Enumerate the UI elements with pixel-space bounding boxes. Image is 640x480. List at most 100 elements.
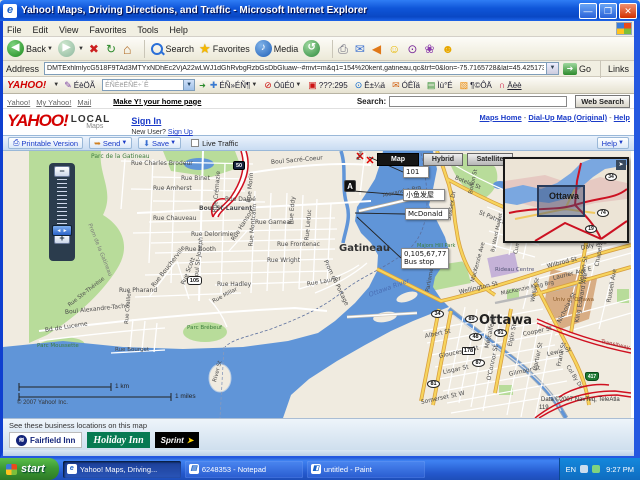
emoticon-button[interactable]: ☻ bbox=[442, 41, 457, 57]
make-home-page-link[interactable]: Make Y! your home page bbox=[113, 97, 201, 106]
yahoo-companion-logo[interactable]: YAHOO! bbox=[7, 80, 46, 91]
map-callout[interactable]: 101 bbox=[403, 166, 429, 178]
search-button[interactable]: Search bbox=[150, 42, 195, 56]
address-dropdown-icon[interactable]: ▼ bbox=[546, 63, 558, 74]
header-link-dialupmaporiginal[interactable]: Dial-Up Map (Original) bbox=[528, 113, 607, 122]
ie-window: e Yahoo! Maps, Driving Directions, and T… bbox=[0, 0, 640, 480]
companion-item-button[interactable]: ⊙Ê±¼ä bbox=[355, 80, 385, 91]
back-button[interactable]: ◀ Back ▼ bbox=[7, 40, 53, 57]
map-help-button[interactable]: Help ▼ bbox=[597, 137, 629, 149]
forward-button[interactable]: ▶ ▼ bbox=[58, 40, 84, 57]
live-traffic-checkbox[interactable] bbox=[191, 139, 199, 147]
tray-icon[interactable] bbox=[592, 465, 600, 473]
ie-logo-icon: e bbox=[3, 4, 17, 18]
back-label: Back bbox=[26, 44, 46, 54]
companion-item-button[interactable]: ✚ÉÑ»ÉÑ¶▼ bbox=[210, 80, 257, 91]
holiday-inn-ad[interactable]: Holiday Inn bbox=[87, 432, 149, 448]
map-attribution: Data ©2007 NavTeq, TeleAtla bbox=[541, 397, 620, 403]
plugin-button[interactable]: ❀ bbox=[424, 41, 436, 57]
companion-search-go-icon[interactable]: ➜ bbox=[199, 81, 206, 90]
taskbar-task[interactable]: eYahoo! Maps, Driving... bbox=[63, 461, 181, 478]
pan-control[interactable]: ◄ ► bbox=[52, 225, 72, 236]
favorites-button[interactable]: ★ Favorites bbox=[199, 41, 250, 57]
history-button[interactable]: ↺ bbox=[303, 40, 322, 57]
menu-tools[interactable]: Tools bbox=[137, 25, 158, 35]
map-canvas[interactable]: Map Hybrid Satellite − ◄ ► + A bbox=[3, 151, 631, 418]
map-street-label: Boul St-Laurent bbox=[199, 205, 252, 212]
save-disk-icon: ⬇ bbox=[143, 139, 150, 148]
menu-edit[interactable]: Edit bbox=[33, 25, 49, 35]
media-button[interactable]: ♪ Media bbox=[255, 40, 299, 57]
map-callout[interactable]: McDonald bbox=[405, 208, 449, 220]
top-link-mail[interactable]: Mail bbox=[77, 98, 91, 107]
menu-favorites[interactable]: Favorites bbox=[89, 25, 126, 35]
location-marker-a[interactable]: A bbox=[344, 180, 356, 192]
menu-file[interactable]: File bbox=[7, 25, 22, 35]
route-badge-48: 48 bbox=[469, 333, 482, 341]
sign-up-link[interactable]: Sign Up bbox=[168, 129, 193, 136]
back-icon: ◀ bbox=[7, 40, 24, 57]
inset-viewport-rectangle[interactable] bbox=[537, 185, 585, 217]
menu-help[interactable]: Help bbox=[169, 25, 188, 35]
companion-item-button[interactable]: ▧¶©ÔÄ bbox=[460, 80, 492, 91]
taskbar-task[interactable]: ◧untitled - Paint bbox=[307, 461, 425, 478]
yahoo-local-logo[interactable]: YAHOO! LOCAL Maps bbox=[7, 111, 103, 131]
top-link-myyahoo[interactable]: My Yahoo! bbox=[36, 98, 71, 107]
companion-item-icon: ▧ bbox=[460, 80, 469, 91]
companion-item-button[interactable]: ▣???:295 bbox=[308, 80, 347, 91]
sprint-ad[interactable]: Sprint ➤ bbox=[155, 432, 200, 448]
map-type-hybrid-button[interactable]: Hybrid bbox=[423, 153, 463, 166]
companion-item-button[interactable]: ✉ÓÊÏä bbox=[392, 80, 420, 91]
taskbar-task[interactable]: ▤6248353 - Notepad bbox=[185, 461, 303, 478]
header-link-help[interactable]: Help bbox=[614, 113, 630, 122]
sign-in-link[interactable]: Sign In bbox=[131, 116, 161, 126]
close-button[interactable]: ✕ bbox=[619, 3, 637, 19]
companion-search-dropdown-icon[interactable]: ▼ bbox=[184, 79, 195, 91]
mail-button[interactable]: ✉ bbox=[355, 41, 367, 57]
menu-view[interactable]: View bbox=[59, 25, 78, 35]
companion-item-button[interactable]: ⊘ÓûÉ0▼ bbox=[264, 80, 301, 91]
map-callout[interactable]: 小鱼发屋 bbox=[403, 189, 445, 201]
home-button[interactable]: ⌂ bbox=[123, 41, 133, 57]
map-street-label: Rue Charles Brodeur bbox=[131, 160, 193, 167]
live-traffic-label: Live Traffic bbox=[202, 139, 238, 148]
save-button[interactable]: ⬇ Save ▼ bbox=[138, 137, 181, 149]
sound-button[interactable]: ◀ bbox=[372, 41, 383, 57]
printable-version-button[interactable]: ⎙ Printable Version bbox=[8, 137, 83, 149]
map-street-label: Rue Pharand bbox=[119, 287, 157, 294]
send-button[interactable]: ➥ Send ▼ bbox=[89, 137, 132, 149]
zoom-slider-track[interactable] bbox=[57, 179, 67, 231]
web-search-button[interactable]: Web Search bbox=[575, 95, 630, 108]
address-input[interactable] bbox=[45, 65, 546, 72]
messenger-button[interactable]: ☺ bbox=[388, 41, 402, 57]
maximize-button[interactable]: ❐ bbox=[599, 3, 617, 19]
live-traffic-toggle[interactable]: Live Traffic bbox=[191, 139, 238, 148]
companion-search-input[interactable]: ÉÑÈëËÑË÷´Ê bbox=[102, 79, 184, 91]
print-button[interactable]: ⎙ bbox=[338, 41, 350, 57]
minimize-button[interactable]: — bbox=[579, 3, 597, 19]
map-type-map-button[interactable]: Map bbox=[377, 153, 419, 166]
tray-icon[interactable] bbox=[580, 465, 588, 473]
language-indicator[interactable]: EN bbox=[566, 465, 576, 474]
inset-collapse-icon[interactable]: ➤ bbox=[616, 160, 626, 170]
refresh-button[interactable]: ↻ bbox=[106, 41, 118, 57]
zoom-out-button[interactable]: − bbox=[54, 166, 70, 177]
links-label[interactable]: Links bbox=[608, 64, 629, 74]
stop-button[interactable]: ✖ bbox=[89, 41, 101, 57]
companion-item-button[interactable]: ∩Äèè bbox=[499, 80, 522, 90]
fairfield-inn-ad[interactable]: ≋ Fairfield Inn bbox=[9, 432, 82, 448]
map-callout[interactable]: 0,105,67,77 Bus stop bbox=[401, 248, 449, 269]
companion-settings-button[interactable]: ✎ ÉèÖÃ bbox=[64, 80, 95, 91]
overview-inset-map[interactable]: Ottawa 34 74 19 ➤ bbox=[503, 157, 629, 243]
start-button[interactable]: start bbox=[0, 458, 59, 480]
web-search-input[interactable] bbox=[389, 96, 567, 107]
top-link-yahoo[interactable]: Yahoo! bbox=[7, 98, 30, 107]
go-button[interactable]: ➜ Go bbox=[563, 63, 591, 75]
search-icon bbox=[150, 42, 164, 56]
toolbar-separator bbox=[332, 40, 333, 58]
timer-button[interactable]: ⊙ bbox=[407, 41, 419, 57]
clock-icon: ⊙ bbox=[407, 41, 417, 57]
back-caret-icon: ▼ bbox=[47, 46, 53, 52]
header-link-mapshome[interactable]: Maps Home bbox=[480, 113, 522, 122]
companion-item-button[interactable]: ▤Ìù°É bbox=[427, 80, 453, 91]
